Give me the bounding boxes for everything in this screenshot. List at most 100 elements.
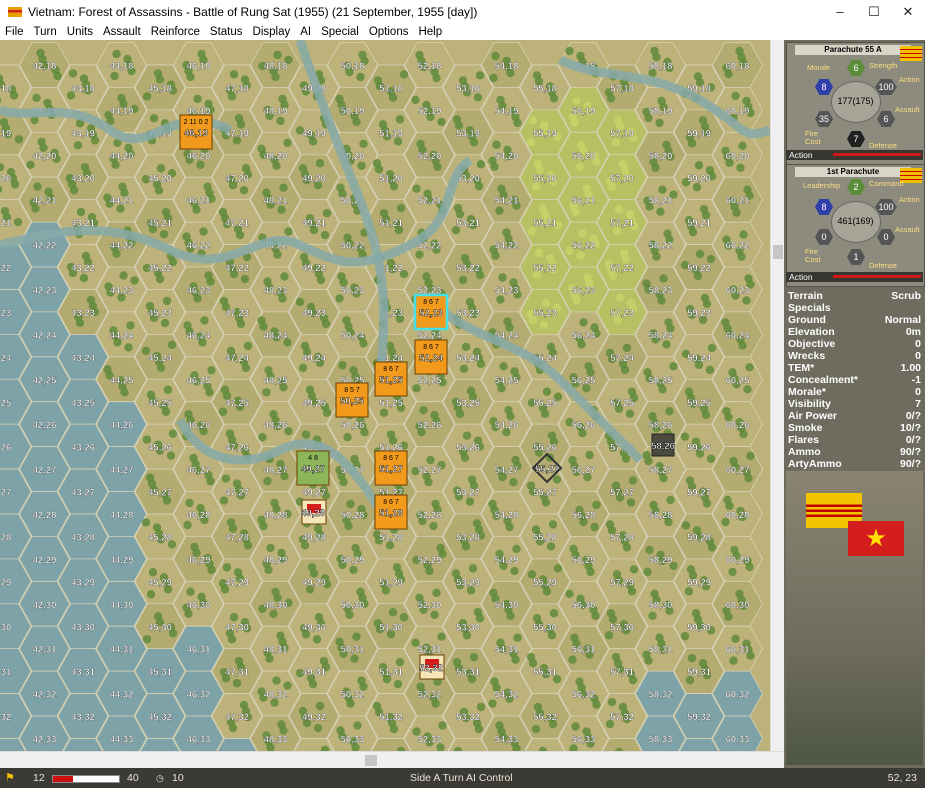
- tree-mark: [189, 453, 198, 463]
- menu-ai[interactable]: AI: [295, 26, 316, 38]
- menu-file[interactable]: File: [0, 26, 29, 38]
- hex-coordinate-label: 50,28: [341, 510, 365, 521]
- menu-assault[interactable]: Assault: [98, 26, 146, 38]
- tree-mark: [240, 274, 250, 284]
- hex-coordinate-label: 42,25: [33, 375, 57, 386]
- hex-coordinate-label: 59,23: [687, 308, 711, 319]
- terrain-info-row: Ground Normal: [788, 314, 921, 326]
- tree-mark: [233, 568, 243, 577]
- tree-mark: [466, 386, 476, 395]
- unit-counter[interactable]: 51,25 8 6 7: [374, 361, 408, 397]
- unit-hex-label: 55,27: [535, 464, 559, 475]
- hex-coordinate-label: 50,31: [341, 645, 365, 656]
- tree-mark: [492, 140, 501, 149]
- hex-coordinate-label: 42,22: [33, 241, 57, 252]
- hex-coordinate-label: 44,20: [110, 151, 134, 162]
- hex-coordinate-label: 50,30: [341, 600, 365, 611]
- tree-mark: [167, 340, 177, 350]
- tree-mark: [436, 543, 445, 553]
- hex-coordinate-label: 22: [1, 263, 12, 274]
- unit-counter[interactable]: 51,27 8 6 7: [374, 450, 408, 486]
- hex-coordinate-label: 49,21: [302, 218, 326, 229]
- tree-mark: [465, 297, 475, 307]
- tree-mark: [458, 275, 468, 285]
- hex-coordinate-label: 48,21: [264, 196, 288, 207]
- hex-coordinate-label: 54,28: [495, 510, 519, 521]
- unit-info-panel[interactable]: Parachute 55 A Morale Strength Action As…: [786, 42, 925, 165]
- menu-turn[interactable]: Turn: [29, 26, 62, 38]
- menu-special[interactable]: Special: [316, 26, 364, 38]
- hex-coordinate-label: 18: [1, 83, 12, 94]
- unit-counter[interactable]: 49,28: [301, 499, 327, 525]
- tree-mark: [149, 114, 159, 123]
- tree-mark: [103, 365, 112, 374]
- hex-coordinate-label: 60,27: [726, 465, 750, 476]
- defense-label: Defense: [869, 141, 897, 150]
- horizontal-scroll-thumb[interactable]: [365, 755, 377, 766]
- tree-mark: [322, 208, 332, 218]
- hex-coordinate-label: 32: [1, 712, 12, 723]
- clock-icon: ◷: [156, 773, 164, 783]
- hex-coordinate-label: 46,31: [187, 645, 211, 656]
- terrain-info-row: TEM* 1.00: [788, 362, 921, 374]
- unit-counter[interactable]: 58,26: [651, 433, 675, 457]
- tree-mark: [614, 204, 624, 214]
- tree-mark: [411, 95, 420, 105]
- tree-mark: [547, 431, 557, 440]
- minimize-button[interactable]: –: [823, 0, 857, 23]
- tree-mark: [185, 498, 194, 508]
- tree-mark: [728, 567, 737, 577]
- menu-help[interactable]: Help: [413, 26, 447, 38]
- tree-mark: [152, 523, 162, 532]
- close-button[interactable]: ✕: [891, 0, 925, 23]
- unit-counter[interactable]: 46,19 2 11 0 2: [179, 114, 213, 150]
- turn-progress-fill: [53, 776, 73, 782]
- hex-coordinate-label: 53,23: [456, 308, 480, 319]
- terrain-info-key: Specials: [788, 302, 831, 314]
- tree-mark: [657, 96, 666, 106]
- hex-coordinate-label: 59,26: [687, 443, 711, 454]
- hex-coordinate-label: 48,25: [264, 375, 288, 386]
- unit-counter[interactable]: 52,24 8 6 7: [414, 339, 448, 375]
- hex-coordinate-label: 49,30: [302, 622, 326, 633]
- hex-coordinate-label: 55,27: [533, 488, 557, 499]
- map-vertical-scrollbar[interactable]: [770, 40, 785, 751]
- hex-coordinate-label: 48,33: [264, 735, 288, 746]
- menu-units[interactable]: Units: [62, 26, 98, 38]
- unit-counter[interactable]: 52,23 8 6 7: [413, 293, 449, 331]
- menu-display[interactable]: Display: [248, 26, 296, 38]
- tree-mark: [357, 676, 366, 685]
- menu-options[interactable]: Options: [364, 26, 414, 38]
- unit-counter[interactable]: 49,27 4 8: [296, 450, 330, 486]
- map-horizontal-scrollbar[interactable]: [0, 751, 784, 769]
- hex-map[interactable]: 1819202122232425262728293031323342,1842,…: [0, 40, 770, 751]
- hex-coordinate-label: 53,30: [456, 622, 480, 633]
- tree-mark: [656, 207, 665, 216]
- vertical-scroll-thumb[interactable]: [773, 245, 783, 259]
- unit-counter[interactable]: 50,25 8 5 7: [335, 382, 369, 418]
- unit-counter[interactable]: 51,28 8 6 7: [374, 494, 408, 530]
- unit-hex-label: 51,27: [379, 464, 403, 475]
- tree-mark: [548, 520, 558, 529]
- maximize-button[interactable]: ☐: [857, 0, 891, 23]
- hex-coordinate-label: 60,24: [726, 330, 750, 341]
- hex-coordinate-label: 49,31: [302, 667, 326, 678]
- hex-coordinate-label: 58,19: [649, 106, 673, 117]
- unit-counter[interactable]: 52,32: [419, 654, 445, 680]
- menu-reinforce[interactable]: Reinforce: [146, 26, 205, 38]
- hex-coordinate-label: 56,24: [572, 330, 596, 341]
- hex-coordinate-label: 47,25: [225, 398, 249, 409]
- tree-mark: [258, 433, 267, 442]
- tree-mark: [352, 632, 361, 641]
- hex-map-canvas[interactable]: 1819202122232425262728293031323342,1842,…: [0, 40, 770, 751]
- tree-mark: [509, 477, 518, 487]
- tree-mark: [13, 217, 23, 227]
- hex-coordinate-label: 57,23: [610, 308, 634, 319]
- tree-mark: [534, 248, 544, 258]
- hex-coordinate-label: 47,23: [225, 308, 249, 319]
- leader-info-panel[interactable]: 1st Parachute Leadership Command Action …: [786, 164, 925, 287]
- tree-mark: [722, 407, 731, 416]
- menu-status[interactable]: Status: [205, 26, 248, 38]
- tree-mark: [691, 609, 701, 618]
- hex-coordinate-label: 53,31: [456, 667, 480, 678]
